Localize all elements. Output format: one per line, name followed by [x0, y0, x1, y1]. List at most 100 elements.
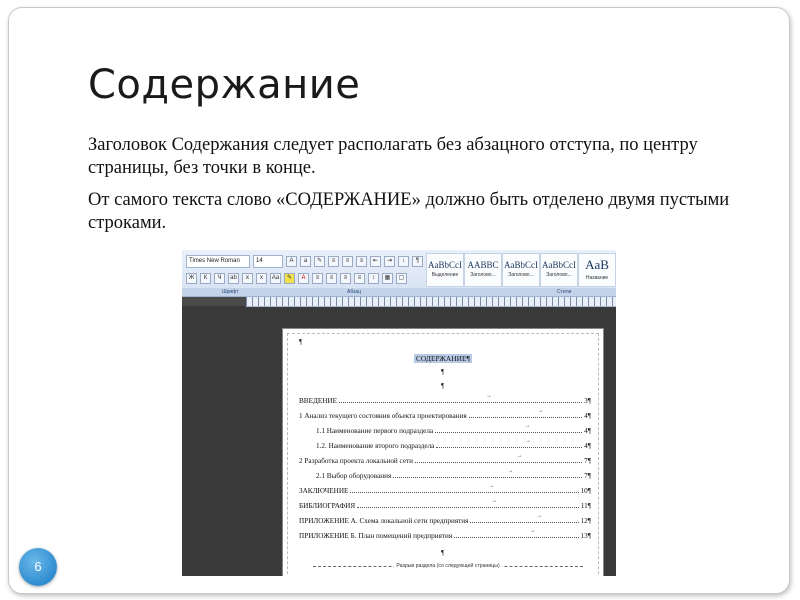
- toc-leader: [339, 393, 583, 403]
- toc-entry-page: 4¶: [584, 442, 591, 450]
- align-right-icon[interactable]: ≡: [340, 272, 351, 284]
- sort-icon[interactable]: ↕: [398, 255, 409, 267]
- group-label-paragraph: Абзац: [347, 289, 362, 295]
- pilcrow-mark: ¶: [441, 368, 445, 376]
- toc-entry-page: 13¶: [580, 532, 591, 540]
- toc-entry-page: 11¶: [580, 502, 591, 510]
- pilcrow-mark: ¶: [441, 382, 445, 390]
- align-center-icon[interactable]: ≡: [326, 272, 337, 284]
- borders-icon[interactable]: ▢: [396, 272, 407, 284]
- toc-entry[interactable]: 2.1 Выбор оборудования 7¶: [316, 468, 591, 480]
- document-page[interactable]: ¶ СОДЕРЖАНИЕ¶ ¶ ¶ ВВЕДЕНИЕ 3¶ 1 Анализ т…: [282, 328, 604, 576]
- styles-gallery: AaBbCcI Выделение AABBC Заголово... AaBb…: [426, 253, 616, 287]
- justify-icon[interactable]: ≡: [354, 272, 365, 284]
- toc-entry[interactable]: ПРИЛОЖЕНИЕ А. Схема локальной сети предп…: [299, 513, 591, 525]
- style-name: Название: [585, 275, 609, 281]
- toc-leader: [436, 438, 583, 448]
- paragraph-heading-placement: Заголовок Содержания следует располагать…: [88, 135, 698, 178]
- style-name: Заголово...: [470, 272, 496, 278]
- toc-leader: [393, 468, 583, 478]
- ruler-margin: [182, 297, 246, 306]
- style-heading-1[interactable]: AABBC Заголово...: [464, 253, 502, 287]
- slide-number-badge: 6: [19, 548, 57, 586]
- font-size-box[interactable]: 14: [253, 254, 283, 268]
- toc-entry[interactable]: 1 Анализ текущего состояния объекта прое…: [299, 408, 591, 420]
- superscript-icon[interactable]: x: [256, 272, 267, 284]
- section-break-label: Разрыв раздела (со следующей страницы): [394, 563, 502, 569]
- line-spacing-icon[interactable]: ↕: [368, 272, 379, 284]
- increase-indent-icon[interactable]: ⇥: [384, 255, 395, 267]
- shading-icon[interactable]: ▦: [382, 272, 393, 284]
- horizontal-ruler[interactable]: [246, 297, 616, 307]
- style-sample: AaBbCcI: [428, 260, 462, 270]
- subscript-icon[interactable]: x: [242, 272, 253, 284]
- toc-entry-page: 4¶: [584, 412, 591, 420]
- toc-entry[interactable]: 2 Разработка проекта локальной сети 7¶: [299, 453, 591, 465]
- toc-leader: [350, 483, 579, 493]
- toc-leader: [435, 423, 583, 433]
- highlight-icon[interactable]: ✎: [284, 272, 295, 284]
- ribbon-group-labels: Шрифт Абзац Стили: [182, 288, 616, 296]
- word-screenshot: Times New Roman 14 A a ✎ ≡ ≡ ≡ ⇤ ⇥ ↕ ¶ Ж…: [182, 250, 616, 576]
- toc-entry-page: 7¶: [584, 472, 591, 480]
- italic-icon[interactable]: К: [200, 272, 211, 284]
- shrink-font-icon[interactable]: a: [300, 255, 311, 267]
- toc-entry-page: 7¶: [584, 457, 591, 465]
- group-label-font: Шрифт: [222, 289, 239, 295]
- word-ribbon: Times New Roman 14 A a ✎ ≡ ≡ ≡ ⇤ ⇥ ↕ ¶ Ж…: [182, 250, 616, 297]
- toc-entry[interactable]: 1.1 Наименование первого подраздела 4¶: [316, 423, 591, 435]
- multilevel-list-icon[interactable]: ≡: [356, 255, 367, 267]
- toc-entry-page: 10¶: [580, 487, 591, 495]
- section-break: Разрыв раздела (со следующей страницы): [313, 563, 583, 573]
- style-sample: AaB: [585, 257, 609, 272]
- toc-entry-text: 2 Разработка проекта локальной сети: [299, 457, 414, 465]
- font-name-box[interactable]: Times New Roman: [186, 254, 250, 268]
- style-emphasis[interactable]: AaBbCcI Выделение: [426, 253, 464, 287]
- toc-entry[interactable]: 1.2. Наименование второго подраздела 4¶: [316, 438, 591, 450]
- align-left-icon[interactable]: ≡: [312, 272, 323, 284]
- style-sample: AaBbCcI: [504, 260, 538, 270]
- toc-entry-page: 3¶: [584, 397, 591, 405]
- style-heading-3[interactable]: AaBbCcI Заголово...: [540, 253, 578, 287]
- show-marks-icon[interactable]: ¶: [412, 255, 423, 267]
- toc-entry[interactable]: ЗАКЛЮЧЕНИЕ 10¶: [299, 483, 591, 495]
- style-sample: AABBC: [467, 260, 499, 270]
- toc-entry-text: 2.1 Выбор оборудования: [316, 472, 392, 480]
- toc-heading: СОДЕРЖАНИЕ¶: [414, 354, 472, 363]
- pilcrow-mark: ¶: [441, 549, 445, 557]
- paragraph-heading-spacing: От самого текста слово «СОДЕРЖАНИЕ» долж…: [88, 190, 730, 233]
- toc-entry-text: ЗАКЛЮЧЕНИЕ: [299, 487, 349, 495]
- bullets-icon[interactable]: ≡: [328, 255, 339, 267]
- font-color-icon[interactable]: A: [298, 272, 309, 284]
- toc-leader: [357, 498, 579, 508]
- toc-entry-text: ВВЕДЕНИЕ: [299, 397, 338, 405]
- slide-title: Содержание: [88, 62, 361, 108]
- pilcrow-mark: ¶: [299, 338, 303, 346]
- clear-format-icon[interactable]: ✎: [314, 255, 325, 267]
- toc-entry[interactable]: ПРИЛОЖЕНИЕ Б. План помещений предприятия…: [299, 528, 591, 540]
- toc-leader: [415, 453, 583, 463]
- numbering-icon[interactable]: ≡: [342, 255, 353, 267]
- toc-entry-page: 4¶: [584, 427, 591, 435]
- toc-leader: [470, 513, 579, 523]
- grow-font-icon[interactable]: A: [286, 255, 297, 267]
- style-name: Выделение: [431, 272, 459, 278]
- style-sample: AaBbCcI: [542, 260, 576, 270]
- toc-entry-text: 1.1 Наименование первого подраздела: [316, 427, 434, 435]
- toc-leader: [454, 528, 579, 538]
- style-title[interactable]: AaB Название: [578, 253, 616, 287]
- toc-entry[interactable]: БИБЛИОГРАФИЯ 11¶: [299, 498, 591, 510]
- toc-leader: [468, 408, 583, 418]
- group-label-styles: Стили: [557, 289, 572, 295]
- style-name: Заголово...: [546, 272, 572, 278]
- underline-icon[interactable]: Ч: [214, 272, 225, 284]
- strikethrough-icon[interactable]: ab: [228, 272, 239, 284]
- change-case-icon[interactable]: Aa: [270, 272, 281, 284]
- decrease-indent-icon[interactable]: ⇤: [370, 255, 381, 267]
- toc-entry-text: 1 Анализ текущего состояния объекта прое…: [299, 412, 467, 420]
- toc-entry-text: ПРИЛОЖЕНИЕ А. Схема локальной сети предп…: [299, 517, 469, 525]
- bold-icon[interactable]: Ж: [186, 272, 197, 284]
- toc-entry-text: БИБЛИОГРАФИЯ: [299, 502, 356, 510]
- style-heading-2[interactable]: AaBbCcI Заголово...: [502, 253, 540, 287]
- toc-entry[interactable]: ВВЕДЕНИЕ 3¶: [299, 393, 591, 405]
